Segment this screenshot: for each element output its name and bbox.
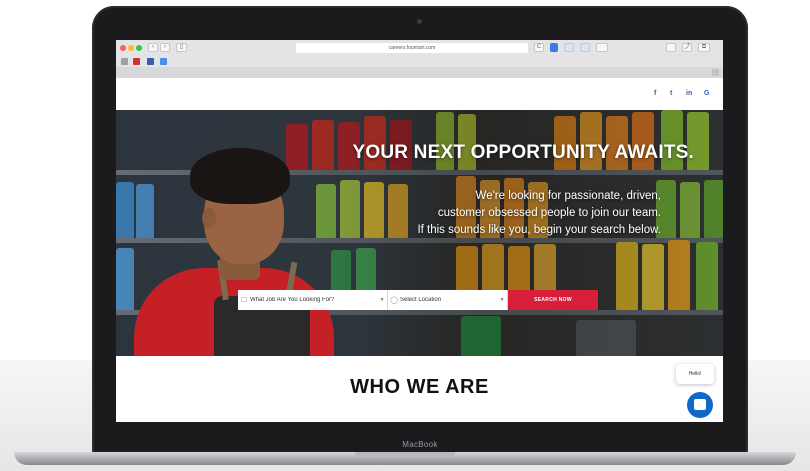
browser-toolbar: ‹ › ▯ careers.fountain.com C ⤴ ⧉ <box>116 40 723 78</box>
job-search-field[interactable]: ☐ What Job Are You Looking For? ▼ <box>238 290 388 310</box>
section-title: WHO WE ARE <box>350 376 489 398</box>
search-now-button[interactable]: SEARCH NOW <box>508 290 598 310</box>
chat-bubble-icon: ☐ <box>240 297 248 304</box>
hero-subtitle-line: customer obsessed people to join our tea… <box>437 207 661 219</box>
location-select[interactable]: ◯ Select Location ▼ <box>388 290 508 310</box>
chat-launcher-button[interactable] <box>687 392 713 418</box>
extension-icon[interactable] <box>550 43 558 52</box>
bookmark-icon[interactable] <box>147 58 154 65</box>
location-placeholder: Select Location <box>400 297 442 303</box>
close-window-icon[interactable] <box>120 45 126 51</box>
chevron-down-icon: ▼ <box>499 297 505 303</box>
person-ear <box>202 208 216 228</box>
hero-subtitle-line: We're looking for passionate, driven, <box>475 190 661 202</box>
bookmark-icon[interactable] <box>133 58 140 65</box>
tab-bar <box>116 67 723 78</box>
social-icon[interactable]: G <box>704 90 709 97</box>
settings-icon[interactable] <box>666 43 676 52</box>
extension-icon[interactable] <box>564 43 574 52</box>
address-bar[interactable]: careers.fountain.com <box>296 43 528 53</box>
bookmarks-bar <box>116 57 723 67</box>
reload-button[interactable]: C <box>534 43 544 52</box>
person-hair <box>190 148 290 204</box>
chat-icon <box>694 399 706 410</box>
back-button[interactable]: ‹ <box>148 43 158 52</box>
laptop-screen: ‹ › ▯ careers.fountain.com C ⤴ ⧉ f t in … <box>116 40 723 422</box>
who-we-are-section: WHO WE ARE Hello! <box>116 356 723 422</box>
facebook-icon[interactable]: f <box>654 90 656 97</box>
twitter-icon[interactable]: t <box>670 90 672 97</box>
bookmark-icon[interactable] <box>160 58 167 65</box>
job-search-placeholder: What Job Are You Looking For? <box>250 297 335 303</box>
linkedin-icon[interactable]: in <box>686 90 692 97</box>
extension-icon[interactable] <box>580 43 590 52</box>
laptop-brand-label: MacBook <box>402 440 438 449</box>
location-pin-icon: ◯ <box>390 297 398 304</box>
share-button[interactable]: ⤴ <box>682 43 692 52</box>
chevron-down-icon: ▼ <box>379 297 385 303</box>
minimize-window-icon[interactable] <box>128 45 134 51</box>
extension-icon[interactable] <box>596 43 608 52</box>
maximize-window-icon[interactable] <box>136 45 142 51</box>
camera-icon <box>417 19 422 24</box>
job-search-form: ☐ What Job Are You Looking For? ▼ ◯ Sele… <box>238 290 598 310</box>
hero-banner: YOUR NEXT OPPORTUNITY AWAITS. We're look… <box>116 110 723 356</box>
forward-button[interactable]: › <box>160 43 170 52</box>
chat-greeting-bubble[interactable]: Hello! <box>676 364 714 384</box>
hero-subtitle-line: If this sounds like you, begin your sear… <box>417 224 661 236</box>
laptop-notch <box>355 452 455 457</box>
scene: MacBook ‹ › ▯ careers.fountain.com C ⤴ ⧉ <box>0 0 810 471</box>
social-bar: f t in G <box>116 78 723 110</box>
bookmark-icon[interactable] <box>121 58 128 65</box>
hero-title: YOUR NEXT OPPORTUNITY AWAITS. <box>352 142 694 163</box>
new-tab-icon[interactable] <box>712 69 719 76</box>
url-text: careers.fountain.com <box>388 45 436 51</box>
sidebar-toggle-button[interactable]: ▯ <box>176 43 187 52</box>
tabs-overview-button[interactable]: ⧉ <box>698 43 710 52</box>
